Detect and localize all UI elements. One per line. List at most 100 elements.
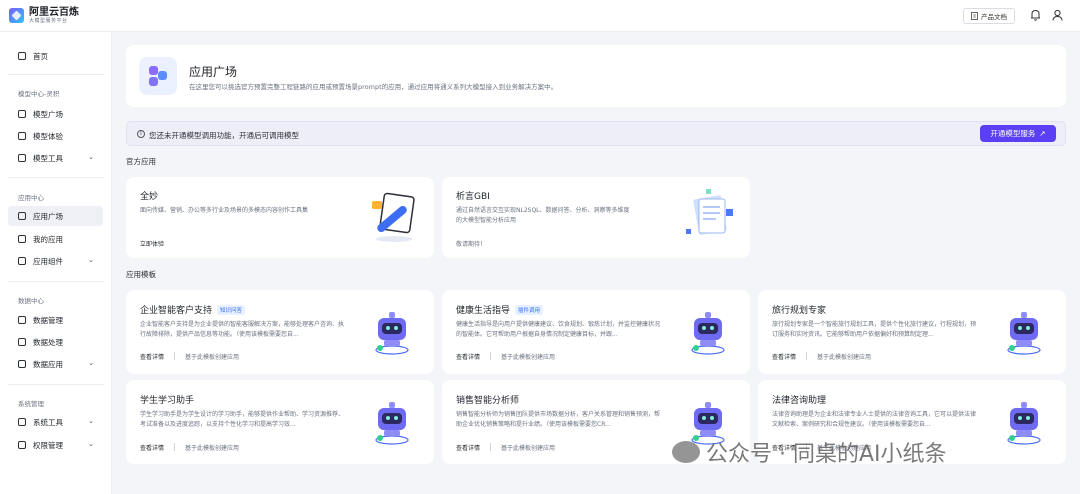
card-title: 健康生活指导 xyxy=(456,306,511,316)
create-from-template-link[interactable]: 基于此模板创建应用 xyxy=(501,443,555,452)
sidebar-item-my-apps[interactable]: 我的应用 xyxy=(8,229,103,249)
sidebar-item-label: 应用广场 xyxy=(33,211,63,221)
product-docs-button[interactable]: 产品文档 xyxy=(963,8,1015,24)
sidebar-item-label: 模型广场 xyxy=(33,109,63,119)
sidebar-item-data-application[interactable]: 数据应用 ⌄ xyxy=(8,354,103,374)
view-details-link[interactable]: 查看详情 xyxy=(772,352,796,361)
app-square-icon xyxy=(18,212,26,220)
card-title: 析言GBI xyxy=(456,192,490,202)
notice-text: 您还未开通模型调用功能，开通后可调用模型 xyxy=(149,131,299,140)
divider xyxy=(8,384,104,385)
create-from-template-link[interactable]: 基于此模板创建应用 xyxy=(185,352,239,361)
sidebar-item-app-square[interactable]: 应用广场 xyxy=(8,206,103,226)
view-details-link[interactable]: 查看详情 xyxy=(140,352,164,361)
card-links: 查看详情 基于此模板创建应用 xyxy=(772,352,871,361)
shield-icon xyxy=(18,441,26,449)
data-processing-icon xyxy=(18,338,26,346)
activate-model-service-button[interactable]: 开通模型服务 ↗ xyxy=(980,125,1056,142)
sidebar-item-model-tools[interactable]: 模型工具 ⌄ xyxy=(8,148,103,168)
wechat-icon xyxy=(672,441,700,463)
sidebar-item-data-processing[interactable]: 数据处理 xyxy=(8,332,103,352)
sidebar-item-model-square[interactable]: 模型广场 xyxy=(8,104,103,124)
card-title-row: 企业智能客户支持 知识问答 xyxy=(140,303,246,316)
section-title-app-templates: 应用模板 xyxy=(126,270,156,279)
robot-icon xyxy=(1007,402,1041,445)
robot-icon xyxy=(1007,312,1041,355)
sidebar-item-label: 数据应用 xyxy=(33,359,63,369)
page-description: 在这里您可以挑选官方预置完整工程链路的应用或预置场景prompt的应用，通过应用… xyxy=(189,83,558,91)
sidebar-group-system: 系统管理 xyxy=(18,400,44,408)
card-description: 销售智能分析师为销售团队提供市场数据分析，客户关系管理和销售预测，帮助企业优化销… xyxy=(456,411,661,428)
divider xyxy=(490,352,492,360)
template-card-travel-planner[interactable]: 旅行规划专家 旅行规划专家是一个智能旅行规划工具，提供个性化旅行建议，行程规划，… xyxy=(758,290,1066,374)
template-card-student-assistant[interactable]: 学生学习助手 学生学习助手是为学生设计的学习助手，能够提供作业帮助、学习资源推荐… xyxy=(126,380,434,464)
card-links: 查看详情 基于此模板创建应用 xyxy=(140,352,239,361)
card-description: 健康生活指导是向用户提供健康建议、饮食规划、锻炼计划，并监控健康状况的智能体。它… xyxy=(456,321,661,338)
card-title: 销售智能分析师 xyxy=(456,396,520,406)
logo[interactable]: 阿里云百炼 大模型服务平台 xyxy=(9,7,79,24)
sidebar-item-data-management[interactable]: 数据管理 xyxy=(8,310,103,330)
model-square-icon xyxy=(18,110,26,118)
chevron-down-icon: ⌄ xyxy=(88,256,94,264)
divider xyxy=(174,443,176,451)
tag-badge: 知识问答 xyxy=(217,304,246,315)
create-from-template-link[interactable]: 基于此模板创建应用 xyxy=(185,443,239,452)
sidebar-item-permission-management[interactable]: 权限管理 ⌄ xyxy=(8,435,103,455)
robot-icon xyxy=(691,312,725,355)
watermark-text: 公众号 · 同桌的AI小纸条 xyxy=(706,442,947,467)
sidebar-group-model-center: 模型中心-灵积 xyxy=(18,90,60,98)
template-card-health-guide[interactable]: 健康生活指导 插件调用 健康生活指导是向用户提供健康建议、饮食规划、锻炼计划，并… xyxy=(442,290,750,374)
divider xyxy=(8,281,104,282)
sidebar-item-model-experience[interactable]: 模型体验 xyxy=(8,126,103,146)
pen-illustration-icon xyxy=(372,192,415,242)
info-icon: i xyxy=(137,130,145,138)
sidebar-item-label: 应用组件 xyxy=(33,256,63,266)
official-app-card-xiyan-gbi[interactable]: 析言GBI 通过自然语言交互实现NL2SQL、数据问答、分析、洞察等多维度的大模… xyxy=(442,177,750,258)
divider xyxy=(806,352,808,360)
sidebar-item-home[interactable]: 首页 xyxy=(8,46,103,66)
view-details-link[interactable]: 查看详情 xyxy=(140,443,164,452)
sidebar-item-system-tools[interactable]: 系统工具 ⌄ xyxy=(8,412,103,432)
activation-notice: i 您还未开通模型调用功能，开通后可调用模型 开通模型服务 ↗ xyxy=(126,121,1066,146)
divider xyxy=(8,74,104,75)
tag-badge: 插件调用 xyxy=(515,304,544,315)
card-description: 旅行规划专家是一个智能旅行规划工具，提供个性化旅行建议，行程规划，预订服务和实时… xyxy=(772,321,977,338)
section-title-official-apps: 官方应用 xyxy=(126,157,156,166)
create-from-template-link[interactable]: 基于此模板创建应用 xyxy=(501,352,555,361)
card-title: 学生学习助手 xyxy=(140,396,195,406)
document-icon xyxy=(971,12,978,20)
bell-icon[interactable] xyxy=(1028,8,1042,22)
view-details-link[interactable]: 查看详情 xyxy=(456,443,480,452)
sidebar-item-label: 数据管理 xyxy=(33,315,63,325)
divider xyxy=(490,443,492,451)
sidebar: 首页 模型中心-灵积 模型广场 模型体验 模型工具 ⌄ 应用中心 应用广场 我的… xyxy=(0,32,112,494)
divider xyxy=(8,177,104,178)
user-icon[interactable] xyxy=(1050,8,1064,22)
card-title: 法律咨询助理 xyxy=(772,396,827,406)
card-description: 法律咨询助理是为企业和法律专业人士提供的法律咨询工具，它可以提供法律文献检索、案… xyxy=(772,411,977,428)
sidebar-item-label: 首页 xyxy=(33,51,48,61)
sidebar-item-label: 系统工具 xyxy=(33,417,63,427)
chevron-down-icon: ⌄ xyxy=(88,359,94,367)
data-application-icon xyxy=(18,360,26,368)
robot-icon xyxy=(375,312,409,355)
product-docs-label: 产品文档 xyxy=(981,13,1007,21)
app-components-icon xyxy=(18,257,26,265)
template-card-enterprise-support[interactable]: 企业智能客户支持 知识问答 企业智能客户支持是为企业提供的智能客服解决方案，能够… xyxy=(126,290,434,374)
sidebar-item-label: 我的应用 xyxy=(33,234,63,244)
view-details-link[interactable]: 查看详情 xyxy=(456,352,480,361)
card-description: 面向传媒、营销、办公等多行业及场景的多模态内容创作工具集 xyxy=(140,207,309,214)
try-now-link[interactable]: 立即体验 xyxy=(140,239,164,248)
card-title: 企业智能客户支持 xyxy=(140,306,213,316)
create-from-template-link[interactable]: 基于此模板创建应用 xyxy=(817,352,871,361)
sidebar-item-label: 权限管理 xyxy=(33,440,63,450)
logo-subtitle: 大模型服务平台 xyxy=(29,18,68,24)
sidebar-item-app-components[interactable]: 应用组件 ⌄ xyxy=(8,251,103,271)
page-title: 应用广场 xyxy=(189,65,238,79)
sidebar-item-label: 模型工具 xyxy=(33,153,63,163)
card-title: 全妙 xyxy=(140,192,159,202)
card-links: 敬请期待！ xyxy=(456,239,486,248)
official-app-card-quanmiao[interactable]: 全妙 面向传媒、营销、办公等多行业及场景的多模态内容创作工具集 立即体验 xyxy=(126,177,434,258)
card-links: 查看详情 基于此模板创建应用 xyxy=(140,443,239,452)
coming-soon-label: 敬请期待！ xyxy=(456,241,487,248)
